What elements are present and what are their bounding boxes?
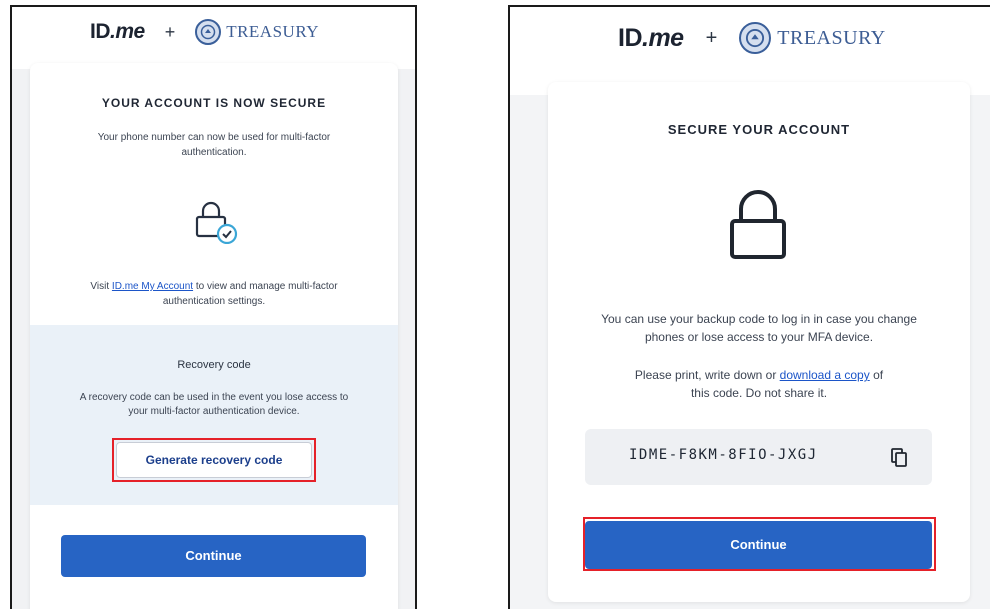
generate-recovery-code-button[interactable]: Generate recovery code xyxy=(116,442,312,478)
copy-icon[interactable] xyxy=(890,448,908,468)
download-copy-link[interactable]: download a copy xyxy=(780,368,870,382)
right-screenshot-panel: ID.me + TREASURY SECURE YOUR ACCOUNT You… xyxy=(508,5,990,609)
treasury-logo-text: TREASURY xyxy=(777,26,886,49)
idme-logo: ID.me xyxy=(90,20,145,43)
backup-code-box: IDME-F8KM-8FIO-JXGJ xyxy=(585,429,932,485)
plus-sign: + xyxy=(705,26,718,49)
backup-code: IDME-F8KM-8FIO-JXGJ xyxy=(629,447,818,463)
lock-icon xyxy=(726,189,790,261)
backup-code-description: You can use your backup code to log in i… xyxy=(601,312,917,344)
recovery-code-section: Recovery code A recovery code can be use… xyxy=(30,325,398,505)
manage-settings-text: Visit ID.me My Account to view and manag… xyxy=(90,281,338,307)
left-screenshot-panel: ID.me + TREASURY YOUR ACCOUNT IS NOW SEC… xyxy=(10,5,417,609)
idme-logo: ID.me xyxy=(618,23,684,52)
continue-button[interactable]: Continue xyxy=(61,535,366,577)
page-title: SECURE YOUR ACCOUNT xyxy=(667,122,851,137)
continue-button[interactable]: Continue xyxy=(585,521,932,569)
brand-header: ID.me + TREASURY xyxy=(618,20,886,56)
lock-check-icon xyxy=(193,200,249,245)
print-instructions: Please print, write down or download a c… xyxy=(634,368,884,400)
recovery-title: Recovery code xyxy=(177,359,251,371)
recovery-description: A recovery code can be used in the event… xyxy=(79,392,349,417)
treasury-logo-text: TREASURY xyxy=(226,22,319,41)
plus-sign: + xyxy=(164,21,176,42)
brand-header: ID.me + TREASURY xyxy=(90,17,319,47)
treasury-seal-icon xyxy=(739,22,772,54)
account-secure-card: YOUR ACCOUNT IS NOW SECURE Your phone nu… xyxy=(30,63,398,609)
treasury-seal-icon xyxy=(195,19,222,45)
my-account-link[interactable]: ID.me My Account xyxy=(112,281,193,292)
subtitle-text: Your phone number can now be used for mu… xyxy=(97,132,331,158)
page-title: YOUR ACCOUNT IS NOW SECURE xyxy=(101,96,327,110)
secure-account-card: SECURE YOUR ACCOUNT You can use your bac… xyxy=(548,82,970,602)
